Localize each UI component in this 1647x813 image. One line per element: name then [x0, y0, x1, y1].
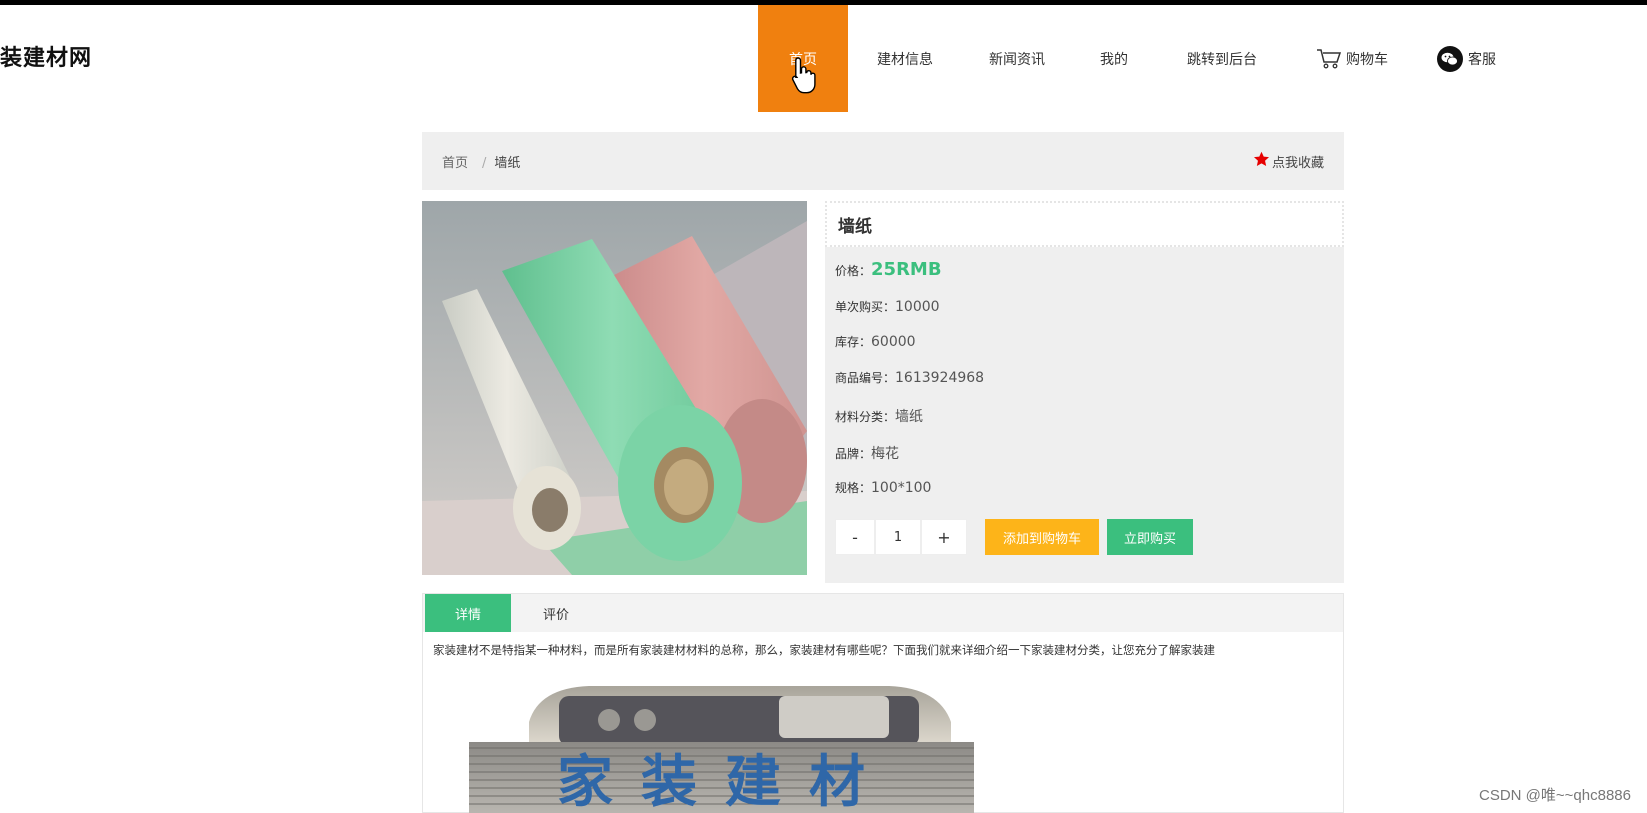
- nav-item-label: 跳转到后台: [1187, 51, 1257, 68]
- tab-reviews[interactable]: 评价: [513, 594, 599, 632]
- category-value: 墙纸: [895, 409, 924, 425]
- breadcrumb-separator: /: [482, 155, 487, 171]
- stock-value: 60000: [871, 334, 916, 350]
- breadcrumb-current: 墙纸: [494, 155, 521, 171]
- quantity-minus-button[interactable]: -: [835, 519, 875, 555]
- nav-item-news[interactable]: 新闻资讯: [962, 5, 1072, 112]
- stock-label: 库存：: [835, 335, 872, 349]
- single-purchase-value: 10000: [895, 299, 940, 315]
- product-info-panel: 墙纸 价格： 25RMB 单次购买： 10000 库存： 60000 商品编号：…: [825, 201, 1344, 583]
- single-purchase-row: 单次购买： 10000: [835, 298, 940, 315]
- product-image: [422, 201, 807, 575]
- quantity-plus-button[interactable]: +: [921, 519, 967, 555]
- favorite-button[interactable]: 点我收藏: [1253, 151, 1324, 171]
- brand-label: 品牌：: [835, 447, 872, 461]
- tab-bar: 详情 评价: [423, 594, 1343, 632]
- nav-item-label: 建材信息: [877, 51, 933, 68]
- price-value: 25RMB: [871, 259, 942, 280]
- product-title: 墙纸: [825, 201, 1344, 247]
- quantity-input[interactable]: 1: [875, 519, 921, 555]
- quantity-stepper: - 1 +: [835, 519, 967, 555]
- nav-item-label: 购物车: [1346, 51, 1388, 68]
- product-code-row: 商品编号： 1613924968: [835, 369, 984, 386]
- category-row: 材料分类： 墙纸: [835, 406, 923, 426]
- nav-item-label: 新闻资讯: [989, 51, 1045, 68]
- nav-item-service[interactable]: 客服: [1416, 5, 1516, 112]
- category-label: 材料分类：: [835, 410, 896, 424]
- brand-row: 品牌： 梅花: [835, 443, 899, 463]
- add-to-cart-button[interactable]: 添加到购物车: [985, 519, 1099, 555]
- detail-tabs-panel: 详情 评价 家装建材不是特指某一种材料，而是所有家装建材材料的总称，那么，家装建…: [422, 593, 1344, 813]
- price-label: 价格：: [835, 264, 872, 278]
- nav-item-mine[interactable]: 我的: [1072, 5, 1156, 112]
- cart-icon: [1316, 48, 1342, 70]
- banner-image: 家装建材: [469, 682, 974, 813]
- buy-now-button[interactable]: 立即购买: [1107, 519, 1193, 555]
- nav-item-label: 客服: [1468, 51, 1496, 68]
- product-code-label: 商品编号：: [835, 371, 896, 385]
- price-row: 价格： 25RMB: [835, 259, 942, 280]
- favorite-label: 点我收藏: [1271, 155, 1324, 171]
- brand-value: 梅花: [871, 446, 900, 462]
- spec-row: 规格： 100*100: [835, 479, 931, 496]
- star-icon: [1253, 151, 1272, 171]
- product-description: 家装建材不是特指某一种材料，而是所有家装建材材料的总称，那么，家装建材有哪些呢？…: [433, 643, 1215, 657]
- nav-item-admin[interactable]: 跳转到后台: [1156, 5, 1288, 112]
- breadcrumb: 首页 / 墙纸 点我收藏: [422, 132, 1344, 190]
- hand-cursor-icon: [790, 55, 816, 99]
- banner-text: 家装建材: [557, 750, 893, 813]
- spec-label: 规格：: [835, 481, 872, 495]
- breadcrumb-home-link[interactable]: 首页: [442, 156, 468, 171]
- product-code-value: 1613924968: [895, 370, 985, 386]
- nav-item-label: 我的: [1100, 51, 1128, 68]
- site-logo[interactable]: 装建材网: [0, 40, 92, 72]
- single-purchase-label: 单次购买：: [835, 300, 896, 314]
- spec-value: 100*100: [871, 480, 932, 496]
- nav-item-cart[interactable]: 购物车: [1288, 5, 1416, 112]
- stock-row: 库存： 60000: [835, 333, 916, 350]
- main-nav: 首页 建材信息 新闻资讯 我的 跳转到后台 购物车 客服: [758, 5, 1516, 112]
- tab-details[interactable]: 详情: [425, 594, 511, 632]
- watermark: CSDN @唯~~qhc8886: [1479, 787, 1631, 804]
- breadcrumb-trail: 首页 / 墙纸: [442, 152, 526, 171]
- nav-item-materials[interactable]: 建材信息: [848, 5, 962, 112]
- wechat-icon: [1436, 45, 1464, 73]
